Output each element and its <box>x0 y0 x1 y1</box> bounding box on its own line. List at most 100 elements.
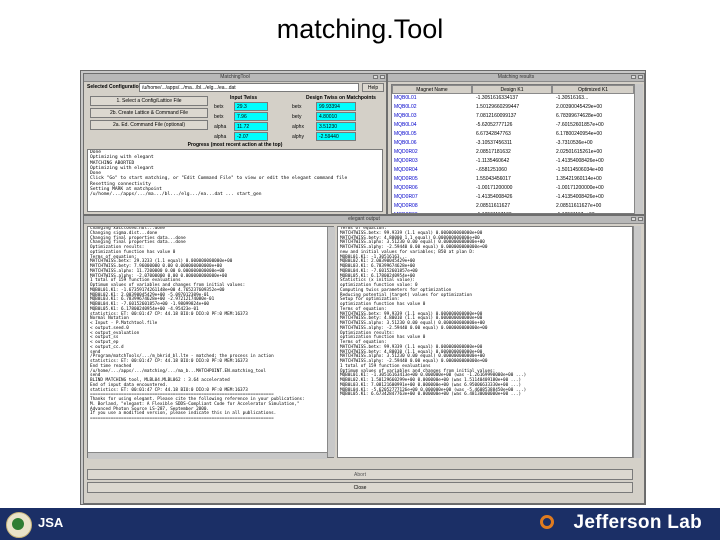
right-pane-scrollbar[interactable] <box>633 226 641 458</box>
input-betx-field[interactable]: 29.3 <box>234 102 268 111</box>
optimized-k1-cell: -3.7310536e+00 <box>556 140 593 146</box>
left-pane-hscrollbar[interactable] <box>88 452 327 459</box>
elegant-output-left-pane[interactable]: Changing xacclosed.nol...done Changing si… <box>87 226 334 458</box>
output-line: /u/home/.../apps/.../ma.../bl.../elg.../… <box>90 192 262 198</box>
input-twiss-label: alpha <box>214 124 227 130</box>
table-row[interactable]: MQD0R03 -1.1135460642 -1.41354008426e+00 <box>392 157 634 166</box>
table-row[interactable]: MQB0L01 -1.3051616334137 -1.30516163... <box>392 94 634 103</box>
optimized-k1-cell: -1.13561117e+00 <box>556 211 632 213</box>
jefferson-lab-logo: Jefferson Lab <box>573 512 702 533</box>
close-icon[interactable] <box>638 75 643 79</box>
help-button[interactable]: Help <box>362 83 384 92</box>
design-twiss-label: bety <box>292 114 302 120</box>
table-row[interactable]: MQB0L02 1.50129660299447 2.00390045429e+00 <box>392 103 634 112</box>
table-row[interactable]: MQD0R08 2.08511611627 2.08511611627e+00 <box>392 202 634 211</box>
jsa-logo: JSA <box>38 515 64 530</box>
design-k1-cell: -1.00171200000 <box>476 185 513 191</box>
magnet-name-cell: MQD0R06 <box>394 185 418 191</box>
table-row[interactable]: MQD0R09 -1.13561117100 -1.13561117e+00 <box>392 211 634 213</box>
progress-log[interactable]: Done Optimizing with elegant MATCHING ABOR… <box>87 149 383 212</box>
design-k1-cell: -1.1135460642 <box>476 158 510 164</box>
design-k1-cell: -3.10537456311 <box>476 140 513 146</box>
magnet-name-cell: MQD0R07 <box>394 194 418 200</box>
magnet-name-cell: MQD0R03 <box>394 158 418 164</box>
optimized-k1-cell: -1.30516163... <box>556 95 589 101</box>
magnet-name-cell: MQD0R08 <box>394 203 418 209</box>
design-twiss-header: Design Twiss on Matchpoints <box>306 95 376 101</box>
input-alphy-field[interactable]: -2.07 <box>234 132 268 141</box>
selected-config-field[interactable]: /u/home/.../apps/.../ma.../bl.../elg.../… <box>139 83 359 92</box>
magnet-name-cell: MQB0L03 <box>394 113 417 119</box>
output-line: Click "Go" to start matching, or "Edit C… <box>90 176 348 182</box>
matching-tool-titlebar[interactable]: MatchingTool <box>84 74 386 82</box>
design-twiss-label: betx <box>292 104 302 110</box>
optimized-k1-cell: -1.00171200000e+00 <box>556 185 604 191</box>
minimize-icon[interactable] <box>631 75 636 79</box>
matching-results-window-title: Matching results <box>497 74 535 80</box>
close-icon[interactable] <box>638 217 643 221</box>
input-alphx-field[interactable]: 11.72 <box>234 122 268 131</box>
table-row[interactable]: MQB0L03 7.0812160099137 6.78399674628e+00 <box>392 112 634 121</box>
abort-button[interactable]: Abort <box>87 469 633 480</box>
table-row[interactable]: MQD0R07 -1.41354008426 -1.41354008426e+00 <box>392 193 634 202</box>
design-alphx-field[interactable]: 3.51230 <box>316 122 356 131</box>
table-row[interactable]: MQD0R04 -.6581251060 -1.50114506034e+00 <box>392 166 634 175</box>
design-bety-field[interactable]: 4.80010 <box>316 112 356 121</box>
create-lattice-button[interactable]: 2b. Create Lattice & Command File <box>90 108 208 118</box>
optimized-k1-cell: -1.50114506034e+00 <box>556 167 604 173</box>
table-row[interactable]: MQD0R02 2.08517181632 2.02501615261e+00 <box>392 148 634 157</box>
design-k1-cell: 2.08517181632 <box>476 149 511 155</box>
optimized-k1-cell: 6.17800240954e+00 <box>556 131 603 137</box>
table-row[interactable]: MQD0R06 -1.00171200000 -1.00171200000e+00 <box>392 184 634 193</box>
elegant-output-right-pane[interactable]: Terms of equation: MATCHTWISS.betx: 99.93… <box>337 226 633 458</box>
elegant-output-titlebar[interactable]: elegant output <box>84 216 644 224</box>
optimized-k1-cell: 1.35421960114e+00 <box>556 176 602 182</box>
minimize-icon[interactable] <box>373 75 378 79</box>
doe-seal-center-icon <box>12 518 24 530</box>
progress-label: Progress (most recent action at the top) <box>187 142 283 148</box>
design-alphy-field[interactable]: -2.59440 <box>316 132 356 141</box>
magnet-name-cell: MQD0R09 <box>394 211 470 213</box>
left-pane-scrollbar[interactable] <box>327 227 335 457</box>
design-twiss-label: alphx <box>292 124 304 130</box>
optimized-k1-cell: -7.60152601857e+00 <box>556 122 604 128</box>
optimized-k1-cell: 2.02501615261e+00 <box>556 149 603 155</box>
input-twiss-label: alpha <box>214 134 227 140</box>
optimized-k1-cell: 2.00390045429e+00 <box>556 104 603 110</box>
table-row[interactable]: MQB0L04 -5.62052777126 -7.60152601857e+00 <box>392 121 634 130</box>
matching-tool-window-title: MatchingTool <box>220 74 250 80</box>
output-line: ========================================… <box>90 416 274 421</box>
column-header-design-k1[interactable]: Design K1 <box>472 85 552 94</box>
design-k1-cell: 7.0812160099137 <box>476 113 517 119</box>
results-scrollbar[interactable] <box>634 84 643 214</box>
elegant-output-window-title: elegant output <box>348 216 380 222</box>
design-k1-cell: -1.13561117100 <box>476 211 550 213</box>
optimized-k1-cell: 6.78399674628e+00 <box>556 113 603 119</box>
optimized-k1-cell: -1.41354008426e+00 <box>556 194 604 200</box>
magnet-name-cell: MQB0L02 <box>394 104 417 110</box>
design-k1-cell: 2.08511611627 <box>476 203 511 209</box>
table-row[interactable]: MQD0R05 1.55043456017 1.35421960114e+00 <box>392 175 634 184</box>
matching-results-titlebar[interactable]: Matching results <box>388 74 644 82</box>
close-icon[interactable] <box>380 75 385 79</box>
matching-tool-window: MatchingTool Selected Configuration: /u/… <box>83 73 387 215</box>
column-header-optimized-k1[interactable]: Optimized K1 <box>552 85 634 94</box>
matching-results-window: Matching results Magnet Name Design K1 O… <box>387 73 645 215</box>
input-twiss-header: Input Twiss <box>230 95 258 101</box>
magnet-name-cell: MQD0R05 <box>394 176 418 182</box>
close-button[interactable]: Close <box>87 482 633 493</box>
table-row[interactable]: MQB0L05 6.67342847763 6.17800240954e+00 <box>392 130 634 139</box>
edit-command-file-button[interactable]: 2a. Ed. Command File (optional) <box>90 120 208 130</box>
minimize-icon[interactable] <box>631 217 636 221</box>
input-bety-field[interactable]: 7.96 <box>234 112 268 121</box>
design-k1-cell: -5.62052777126 <box>476 122 513 128</box>
magnet-name-cell: MQB0L06 <box>394 140 417 146</box>
slide-title: matching.Tool <box>276 14 444 44</box>
column-header-magnet[interactable]: Magnet Name <box>392 85 472 94</box>
table-row[interactable]: MQB0L06 -3.10537456311 -3.7310536e+00 <box>392 139 634 148</box>
select-config-button[interactable]: 1. Select a Config/Lattice File <box>90 96 208 106</box>
design-k1-cell: -1.3051616334137 <box>476 95 518 101</box>
design-betx-field[interactable]: 99.93394 <box>316 102 356 111</box>
design-k1-cell: -1.41354008426 <box>476 194 513 200</box>
optimized-k1-cell: 2.08511611627e+00 <box>556 203 602 209</box>
